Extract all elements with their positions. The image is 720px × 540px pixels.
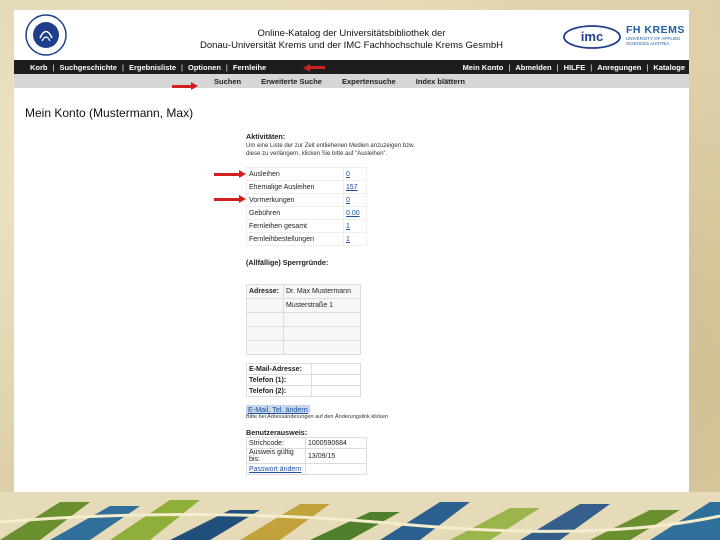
ill-orders-link[interactable]: 1	[343, 232, 367, 246]
nav-hilfe[interactable]: HILFE	[564, 63, 586, 72]
browser-content: Online-Katalog der Universitätsbibliothe…	[14, 10, 689, 492]
loans-link[interactable]: 0	[343, 167, 367, 181]
change-email-note: Bitte bei Adressänderungen auf den Änder…	[246, 414, 389, 420]
change-password-link[interactable]: Passwort ändern	[246, 463, 306, 475]
address-table: Adresse: Dr. Max Mustermann Musterstraße …	[246, 284, 361, 355]
table-row: Fernleihen gesamt 1	[246, 219, 367, 233]
main-nav: Korb | Suchgeschichte | Ergebnisliste | Option…	[14, 60, 689, 74]
arrow-vormerkungen-icon	[214, 195, 246, 203]
account-content: Aktivitäten: Um eine Liste der zur Zeit …	[246, 132, 436, 475]
nav-anregungen[interactable]: Anregungen	[597, 63, 641, 72]
table-row: Ehemalige Ausleihen 157	[246, 180, 367, 194]
table-row: Ausleihen 0	[246, 167, 367, 181]
search-nav: Suchen Erweiterte Suche Expertensuche Index…	[14, 74, 689, 88]
nav-mein-konto[interactable]: Mein Konto	[463, 63, 504, 72]
arrow-suchen-icon	[172, 82, 198, 90]
table-row: Telefon (1):	[246, 374, 361, 386]
change-email-link[interactable]: E-Mail, Tel. ändern	[246, 405, 310, 414]
blocks-title: (Allfällige) Sperrgründe:	[246, 258, 329, 267]
nav-suchen[interactable]: Suchen	[214, 77, 241, 86]
nav-suchgeschichte[interactable]: Suchgeschichte	[59, 63, 117, 72]
nav-korb[interactable]: Korb	[30, 63, 48, 72]
page-header: Online-Katalog der Universitätsbibliothe…	[14, 10, 689, 60]
table-row	[246, 340, 361, 355]
table-row: E-Mail-Adresse:	[246, 363, 361, 375]
reservations-link[interactable]: 0	[343, 193, 367, 207]
fees-link[interactable]: 0.00	[343, 206, 367, 220]
nav-index-blaettern[interactable]: Index blättern	[416, 77, 465, 86]
table-row: Vormerkungen 0	[246, 193, 367, 207]
ill-total-link[interactable]: 1	[343, 219, 367, 233]
nav-ergebnisliste[interactable]: Ergebnisliste	[129, 63, 176, 72]
fh-krems-logo: FH KREMS UNIVERSITY OF APPLIED SCIENCES …	[626, 24, 685, 46]
svg-text:imc: imc	[581, 29, 603, 44]
contact-table: E-Mail-Adresse: Telefon (1): Telefon (2)…	[246, 363, 361, 397]
arrow-fernleihe-icon	[309, 66, 325, 69]
nav-fernleihe[interactable]: Fernleihe	[233, 63, 266, 72]
nav-expertensuche[interactable]: Expertensuche	[342, 77, 396, 86]
table-row: Musterstraße 1	[246, 298, 361, 313]
nav-kataloge[interactable]: Kataloge	[653, 63, 685, 72]
nav-optionen[interactable]: Optionen	[188, 63, 221, 72]
table-row	[246, 312, 361, 327]
table-row: Fernleihbestellungen 1	[246, 232, 367, 246]
table-row: Passwort ändern	[246, 463, 367, 475]
donau-university-logo	[25, 14, 67, 56]
table-row: Strichcode: 1000590684	[246, 437, 367, 449]
activities-table: Ausleihen 0 Ehemalige Ausleihen 157 Vormer…	[246, 167, 367, 246]
nav-erweiterte-suche[interactable]: Erweiterte Suche	[261, 77, 322, 86]
card-table: Strichcode: 1000590684 Ausweis gültig bis…	[246, 437, 367, 475]
table-row	[246, 326, 361, 341]
activities-title: Aktivitäten:	[246, 132, 286, 141]
imc-logo: imc	[563, 25, 621, 49]
activities-description: Um eine Liste der zur Zeit entliehenen M…	[246, 143, 415, 157]
card-title: Benutzerausweis:	[246, 428, 308, 437]
decorative-stripe	[0, 492, 720, 540]
table-row: Gebühren 0.00	[246, 206, 367, 220]
page-title: Mein Konto (Mustermann, Max)	[25, 106, 194, 120]
table-row: Ausweis gültig bis: 13/09/15	[246, 448, 367, 464]
table-row: Adresse: Dr. Max Mustermann	[246, 284, 361, 299]
arrow-ausleihen-icon	[214, 170, 246, 178]
catalog-title: Online-Katalog der Universitätsbibliothe…	[199, 28, 504, 51]
table-row: Telefon (2):	[246, 385, 361, 397]
former-loans-link[interactable]: 157	[343, 180, 367, 194]
nav-abmelden[interactable]: Abmelden	[515, 63, 551, 72]
